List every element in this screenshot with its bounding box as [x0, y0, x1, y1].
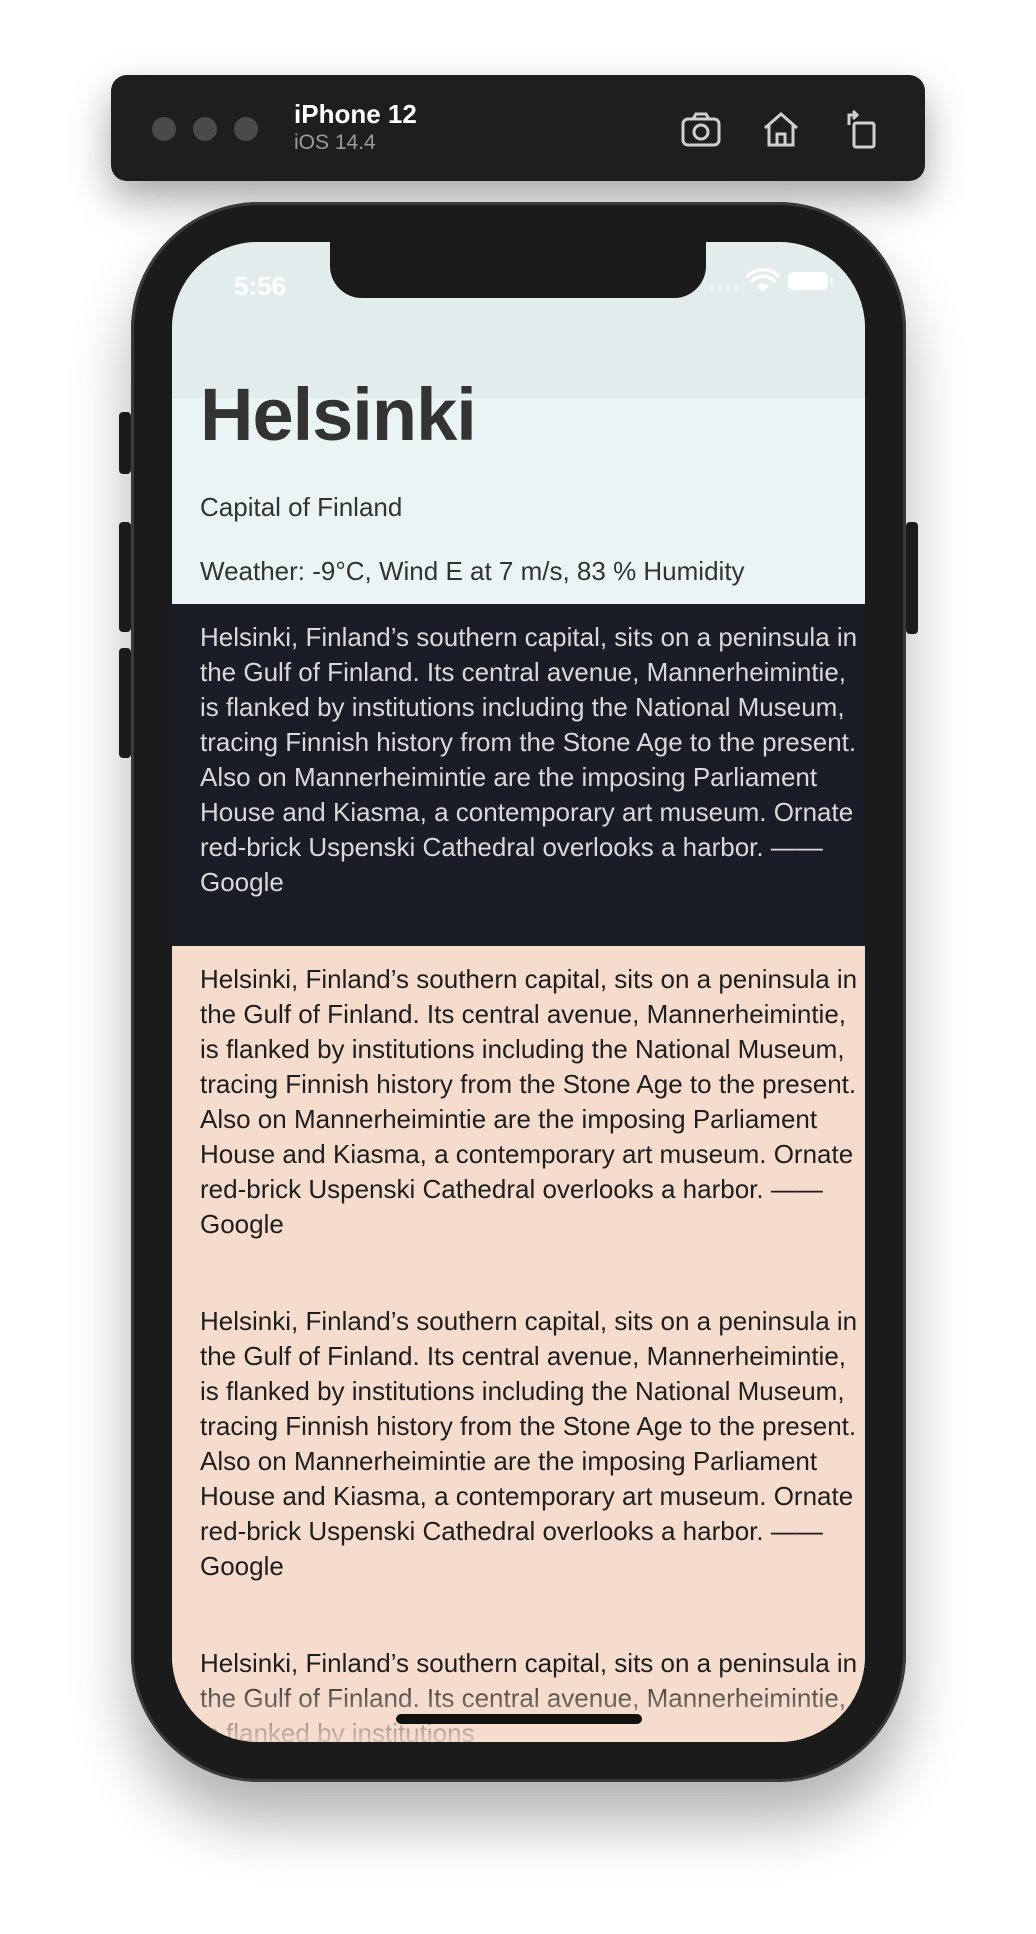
description-paragraph: Helsinki, Finland’s southern capital, si… — [200, 1306, 858, 1581]
city-subtitle: Capital of Finland — [200, 492, 403, 522]
volume-down-button — [119, 648, 131, 758]
power-button — [906, 522, 918, 634]
status-time: 5:56 — [234, 271, 287, 301]
peach-description-section: Helsinki, Finland’s southern capital, si… — [172, 946, 865, 1742]
zoom-window-dot[interactable] — [234, 117, 258, 141]
volume-up-button — [119, 522, 131, 632]
description-paragraph: Helsinki, Finland’s southern capital, si… — [200, 622, 858, 897]
notch — [330, 242, 706, 298]
close-window-dot[interactable] — [152, 117, 176, 141]
home-icon[interactable] — [759, 107, 803, 151]
bottom-blur-overlay — [172, 1672, 865, 1742]
mute-switch — [119, 412, 131, 474]
app-screen: 5:56 Helsinki Capital of Finland Weather… — [172, 242, 865, 1742]
screenshot-icon[interactable] — [679, 107, 723, 151]
description-paragraph: Helsinki, Finland’s southern capital, si… — [200, 964, 858, 1239]
minimize-window-dot[interactable] — [193, 117, 217, 141]
battery-icon — [788, 272, 833, 290]
device-os-version: iOS 14.4 — [294, 131, 376, 154]
dark-description-section: Helsinki, Finland’s southern capital, si… — [172, 604, 865, 946]
simulator-toolbar: iPhone 12 iOS 14.4 — [111, 75, 925, 181]
weather-info: Weather: -9°C, Wind E at 7 m/s, 83 % Hum… — [200, 556, 745, 586]
rotate-icon[interactable] — [839, 107, 883, 151]
city-title: Helsinki — [200, 373, 477, 456]
wifi-icon — [746, 268, 780, 292]
device-name: iPhone 12 — [294, 99, 417, 129]
home-indicator[interactable] — [396, 1714, 642, 1724]
